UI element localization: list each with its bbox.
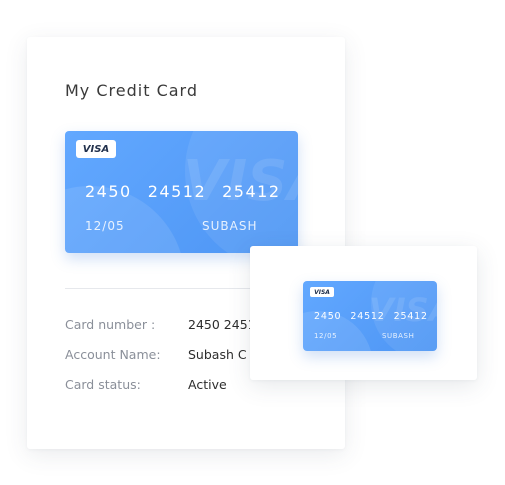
detail-label: Card number : xyxy=(65,317,156,332)
card-holder-name: SUBASH xyxy=(382,332,415,340)
visa-logo: VISA xyxy=(76,140,116,158)
credit-card-thumbnail[interactable]: VISA VISA 2450 24512 25412 12/05 SUBASH xyxy=(303,281,437,351)
detail-label: Card status: xyxy=(65,377,141,392)
visa-logo: VISA xyxy=(310,287,334,297)
card-number-group: 2450 xyxy=(85,182,132,201)
credit-card-panel: My Credit Card VISA VISA 2450 24512 2541… xyxy=(27,37,345,449)
card-number-group: 24512 xyxy=(147,182,207,201)
panel-title: My Credit Card xyxy=(65,81,198,100)
card-number-group: 25412 xyxy=(393,311,428,322)
card-preview-panel: VISA VISA 2450 24512 25412 12/05 SUBASH xyxy=(250,246,477,380)
detail-value: Subash C xyxy=(188,347,247,362)
card-number: 2450 24512 25412 xyxy=(314,311,428,322)
detail-value: Active xyxy=(188,377,227,392)
card-number-group: 24512 xyxy=(350,311,385,322)
detail-value: 2450 2451 xyxy=(188,317,256,332)
detail-label: Account Name: xyxy=(65,347,161,362)
credit-card[interactable]: VISA VISA 2450 24512 25412 12/05 SUBASH xyxy=(65,131,298,253)
card-number-group: 25412 xyxy=(222,182,281,201)
card-expiry: 12/05 xyxy=(85,219,125,233)
card-expiry: 12/05 xyxy=(314,332,338,340)
card-holder-name: SUBASH xyxy=(202,219,258,233)
card-brand-watermark: VISA xyxy=(369,291,437,329)
card-number: 2450 24512 25412 xyxy=(85,182,281,201)
card-number-group: 2450 xyxy=(314,311,342,322)
